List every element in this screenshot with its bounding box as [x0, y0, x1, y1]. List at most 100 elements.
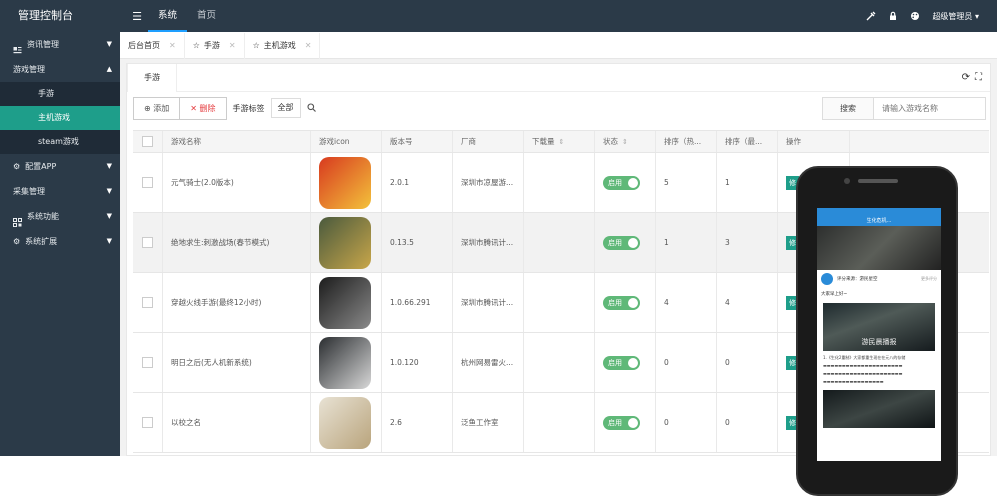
button-label: 添加 [153, 103, 170, 113]
status-toggle[interactable]: 启用 [603, 415, 640, 430]
game-downloads [524, 393, 595, 452]
star-icon: ☆ [252, 40, 260, 50]
tab-dashboard[interactable]: 后台首页 ✕ [120, 32, 185, 59]
close-icon[interactable]: ✕ [305, 33, 312, 59]
game-downloads [524, 333, 595, 392]
sidebar-item-games[interactable]: 游戏管理 ▲ [0, 57, 120, 82]
user-name: 超级管理员 [932, 11, 973, 21]
phone-paragraph: ▬▬▬▬▬▬▬▬▬▬▬▬▬▬▬▬▬▬▬▬▬ [823, 371, 903, 376]
subtab-mobile-games[interactable]: 手游 [127, 63, 177, 92]
toggle-knob [628, 417, 638, 428]
toggle-label: 启用 [608, 298, 622, 307]
sidebar-subitem-mobile-games[interactable]: 手游 [0, 82, 120, 106]
panel-tools: ⟳ ⛶ [962, 72, 990, 83]
toggle-knob [628, 237, 638, 248]
column-header-downloads[interactable]: 下载量 ⇕ [524, 131, 595, 152]
sort-new-value: 3 [717, 213, 778, 272]
caret-down-icon: ▼ [106, 187, 112, 195]
column-header-status[interactable]: 状态 ⇕ [595, 131, 656, 152]
column-header-spacer [850, 131, 989, 152]
tab-console-games[interactable]: ☆ 主机游戏 ✕ [245, 32, 321, 59]
row-checkbox[interactable] [142, 357, 153, 368]
caret-down-icon: ▼ [106, 162, 112, 170]
row-checkbox[interactable] [142, 417, 153, 428]
status-toggle[interactable]: 启用 [603, 175, 640, 190]
tab-label: 后台首页 [128, 40, 160, 50]
toggle-label: 启用 [608, 238, 622, 247]
top-header: 管理控制台 ☰ 系统 首页 超级管理员 ▾ [0, 0, 997, 32]
sort-new-value: 1 [717, 153, 778, 212]
search-icon[interactable] [306, 102, 316, 114]
status-cell: 启用 [595, 333, 656, 392]
phone-greeting: 大家早上好~ [821, 292, 848, 297]
search-input[interactable] [874, 96, 986, 120]
clear-cache-icon[interactable] [866, 11, 876, 21]
menu-toggle-icon[interactable]: ☰ [126, 10, 148, 23]
nav-tab-system[interactable]: 系统 [148, 0, 188, 32]
theme-palette-icon[interactable] [910, 11, 920, 21]
sidebar-item-system-functions[interactable]: 系统功能 ▼ [0, 204, 120, 229]
sort-icon[interactable]: ⇕ [559, 138, 565, 146]
tag-all-button[interactable]: 全部 [270, 98, 301, 118]
caret-down-icon: ▼ [106, 212, 112, 220]
status-toggle[interactable]: 启用 [603, 355, 640, 370]
user-menu[interactable]: 超级管理员 ▾ [932, 11, 979, 22]
phone-video-thumbnail [817, 226, 941, 270]
search-area: 搜索 [822, 96, 990, 120]
sort-hot-value: 0 [656, 393, 717, 452]
status-toggle[interactable]: 启用 [603, 235, 640, 250]
close-icon[interactable]: ✕ [169, 33, 176, 59]
close-icon[interactable]: ✕ [229, 33, 236, 59]
select-all-checkbox[interactable] [142, 136, 153, 147]
gear-icon: ⚙ [13, 237, 21, 246]
sort-icon[interactable]: ⇕ [622, 138, 628, 146]
game-icon [319, 216, 371, 269]
refresh-icon[interactable]: ⟳ [962, 72, 970, 83]
fullscreen-icon[interactable]: ⛶ [975, 72, 982, 83]
phone-status-bar [817, 208, 941, 216]
tags-label: 手游标签 [232, 103, 265, 113]
sort-new-value: 4 [717, 273, 778, 332]
row-select-cell [133, 393, 163, 452]
caret-down-icon: ▼ [106, 40, 112, 48]
search-button[interactable]: 搜索 [822, 96, 874, 120]
status-cell: 启用 [595, 273, 656, 332]
game-vendor: 泛鱼工作室 [453, 393, 524, 452]
delete-button[interactable]: ✕ 删除 [180, 96, 227, 120]
add-button[interactable]: ⊕ 添加 [133, 96, 181, 120]
row-select-cell [133, 273, 163, 332]
row-checkbox[interactable] [142, 297, 153, 308]
sidebar-item-config-app[interactable]: ⚙ 配置APP ▼ [0, 154, 120, 179]
row-checkbox[interactable] [142, 237, 153, 248]
game-icon-cell [311, 333, 382, 392]
game-name: 明日之后(无人机新系统) [163, 333, 311, 392]
phone-app-bar: 生化危机... [817, 216, 941, 226]
sidebar-item-system-extensions[interactable]: ⚙ 系统扩展 ▼ [0, 229, 120, 254]
phone-preview: 生化危机... 评分来源：游民星空 更多评分 大家早上好~ 游民晨播报 1.《生… [796, 166, 958, 496]
tab-mobile-games[interactable]: ☆ 手游 ✕ [185, 32, 245, 59]
sidebar-item-collection[interactable]: 采集管理 ▼ [0, 179, 120, 204]
button-label: 删除 [199, 103, 216, 113]
sort-hot-value: 0 [656, 333, 717, 392]
game-vendor: 深圳市腾讯计... [453, 273, 524, 332]
sidebar-item-news[interactable]: 资讯管理 ▼ [0, 32, 120, 57]
row-checkbox[interactable] [142, 177, 153, 188]
lock-icon[interactable] [888, 11, 898, 21]
sidebar-subitem-steam-games[interactable]: steam游戏 [0, 130, 120, 154]
game-downloads [524, 273, 595, 332]
speaker-grille [858, 179, 898, 183]
column-header-sort-hot: 排序（热... [656, 131, 717, 152]
game-vendor: 深圳市凉屋游... [453, 153, 524, 212]
nav-tab-home[interactable]: 首页 [187, 0, 226, 32]
phone-app-title: 生化危机... [866, 218, 892, 224]
status-toggle[interactable]: 启用 [603, 295, 640, 310]
close-icon: ✕ [190, 103, 197, 113]
column-label: 状态 [603, 137, 618, 146]
camera-icon [844, 178, 850, 184]
sort-hot-value: 1 [656, 213, 717, 272]
sidebar-subitem-console-games[interactable]: 主机游戏 [0, 106, 120, 130]
game-version: 1.0.120 [382, 333, 453, 392]
panel-subtabs: 手游 ⟳ ⛶ [127, 63, 990, 92]
header-tools: 超级管理员 ▾ [866, 11, 997, 22]
sidebar-item-label: 系统功能 [27, 212, 59, 221]
